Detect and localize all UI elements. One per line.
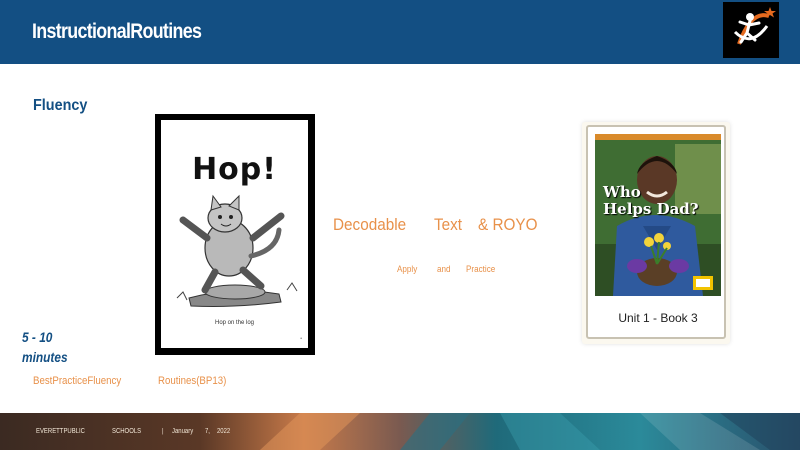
school-logo-icon [723, 2, 779, 58]
footer-separator: | [162, 428, 164, 435]
royo-book-card: Who Helps Dad? Unit 1 - Book 3 [582, 122, 730, 344]
footer-bar: EVERETTPUBLIC SCHOOLS | January 7, 2022 [0, 413, 800, 450]
decodable-label: Decodable [333, 215, 407, 234]
best-practice-link[interactable]: BestPracticeFluency [33, 375, 121, 387]
book-caption: Hop on the log [214, 320, 255, 326]
apply-label: Apply [397, 264, 418, 274]
footer-month: January [172, 428, 194, 435]
royo-cover-title-line1: Who [603, 183, 641, 201]
page-title: InstructionalRoutines [32, 20, 202, 43]
page-number-mark: • [300, 336, 302, 342]
and-label: and [437, 264, 451, 274]
royo-book-label: Unit 1 - Book 3 [618, 311, 698, 325]
text-label: Text [434, 215, 463, 234]
footer-org-name: EVERETTPUBLIC [36, 428, 85, 435]
decodable-book-cover: Hop! Hop on the log • [155, 114, 315, 355]
royo-cover-title: Who Helps Dad? [603, 184, 699, 218]
time-range: 5 - 10 [22, 329, 53, 345]
royo-label: & ROYO [478, 215, 538, 234]
book-title: Hop! [192, 152, 277, 187]
section-title: Fluency [33, 97, 88, 114]
royo-cover-title-line2: Helps Dad? [603, 200, 699, 218]
routines-link[interactable]: Routines(BP13) [158, 375, 226, 387]
jumping-cat-illustration [176, 194, 298, 307]
header-bar: InstructionalRoutines [0, 0, 800, 64]
footer-year: 2022 [217, 428, 231, 435]
royo-book-cover: Who Helps Dad? [595, 134, 721, 296]
time-unit: minutes [22, 349, 68, 365]
footer-org-type: SCHOOLS [112, 428, 142, 435]
practice-label: Practice [466, 264, 496, 274]
time-duration: 5 - 10 minutes [22, 327, 68, 367]
footer-day: 7, [205, 428, 210, 435]
